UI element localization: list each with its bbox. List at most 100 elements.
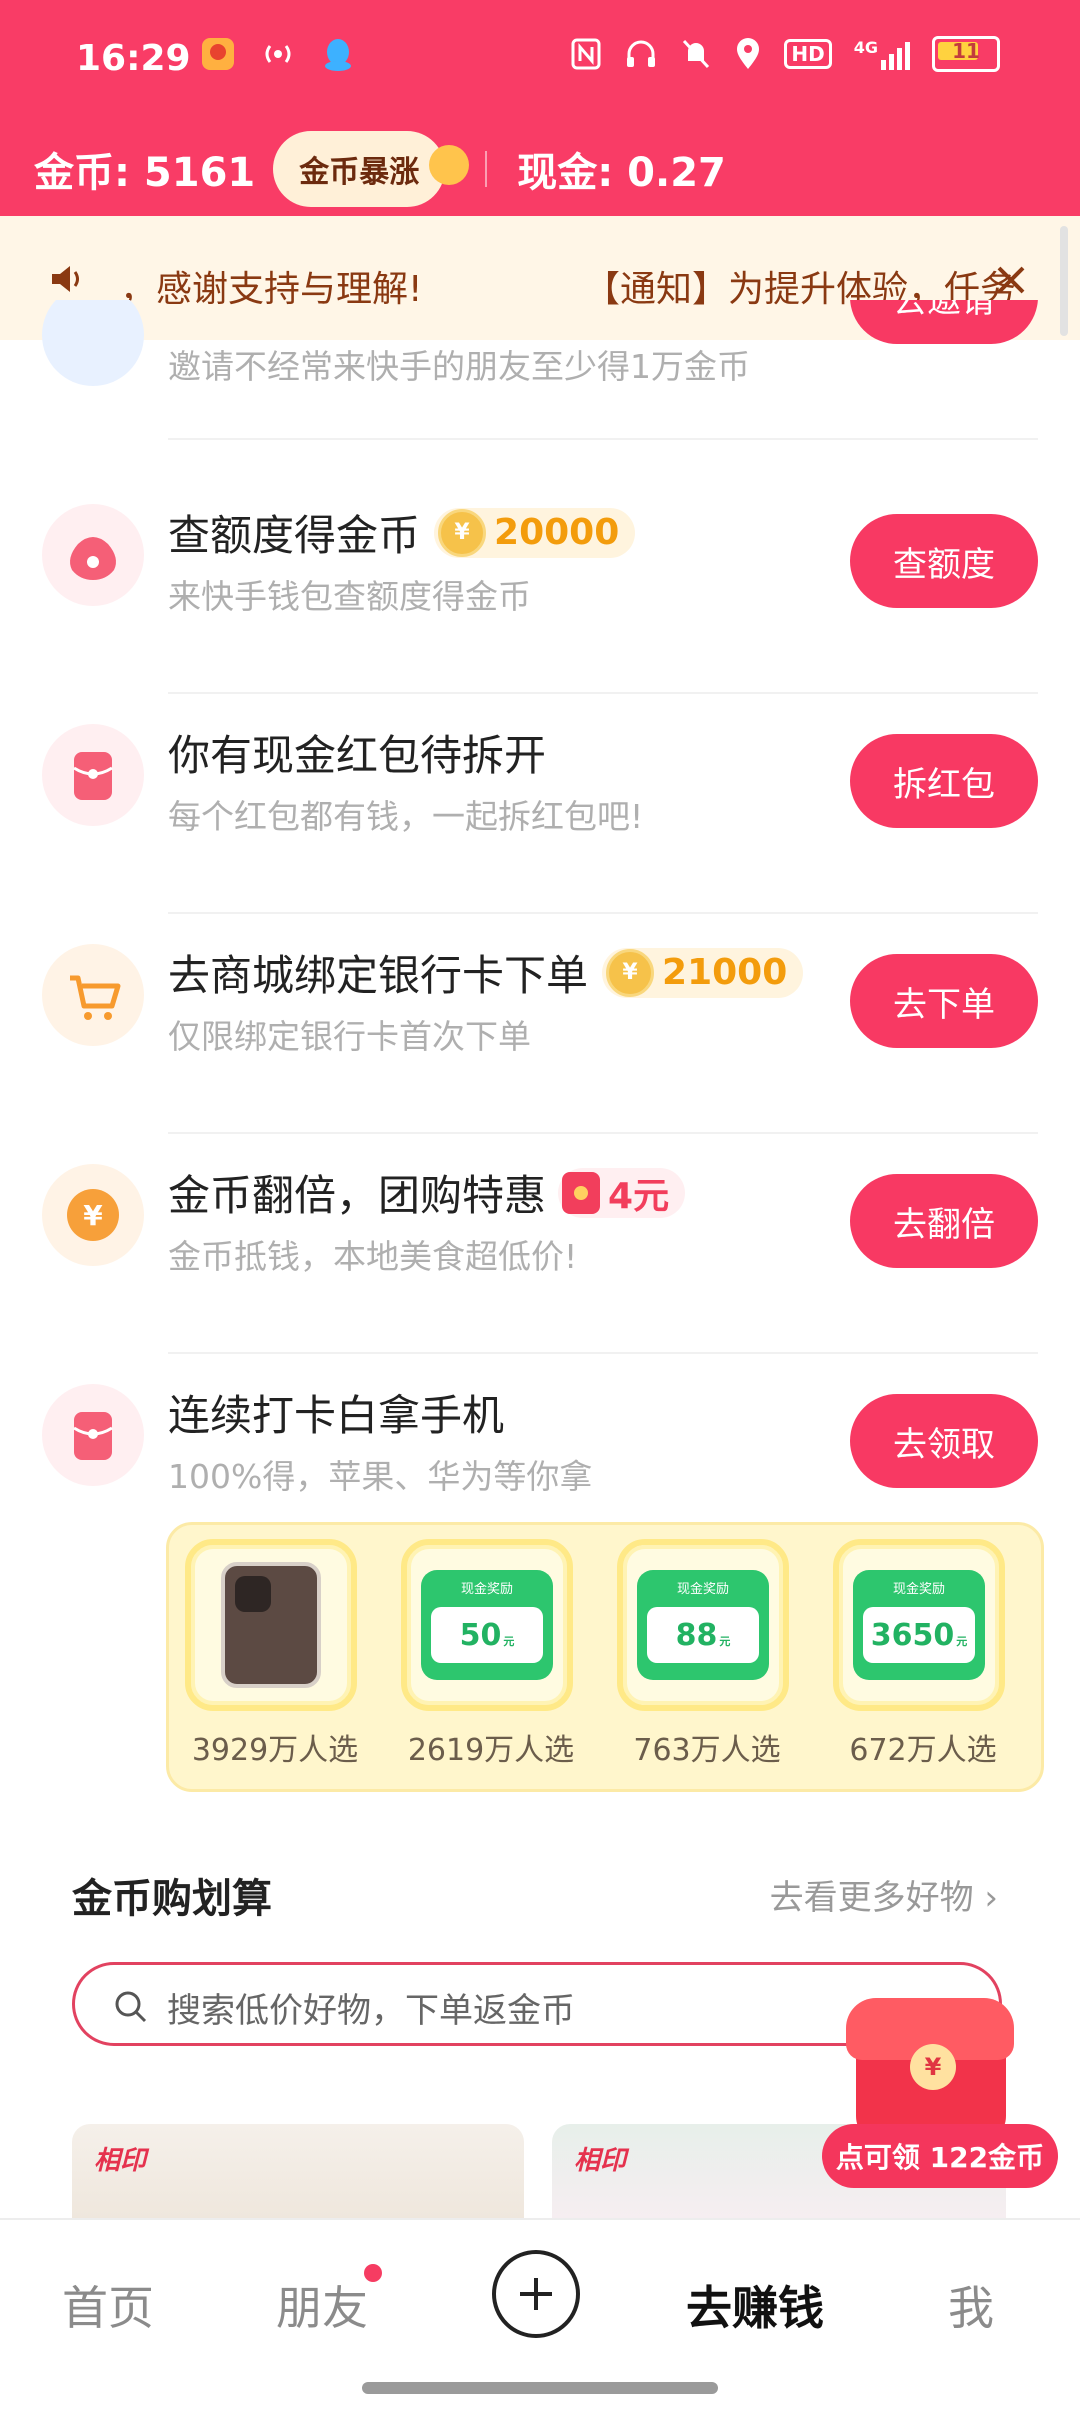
qq-icon <box>318 34 358 74</box>
double-button[interactable]: 去翻倍 <box>850 1174 1038 1268</box>
task-title-text: 去商城绑定银行卡下单 <box>168 951 589 1000</box>
prize-item-cash-88[interactable]: 现金奖励 88 元 763万人选 <box>617 1539 797 1769</box>
cash-reward-value: 50 元 <box>431 1607 543 1663</box>
location-icon <box>737 38 760 69</box>
coin-balance[interactable]: 金币: 5161 <box>34 140 255 198</box>
battery-icon: 11 <box>932 36 1000 72</box>
mute-icon <box>683 39 710 69</box>
task-item-credit-check: 查额度得金币 ¥ 20000 来快手钱包查额度得金币 查额度 <box>42 474 1038 694</box>
task-title-text: 连续打卡白拿手机 <box>168 1391 505 1440</box>
yuan-coin-icon: ¥ <box>42 1164 144 1266</box>
friend-icon <box>42 300 144 386</box>
status-left-icons <box>198 34 358 74</box>
task-subtitle: 每个红包都有钱，一起拆红包吧! <box>168 797 644 836</box>
prize-count: 763万人选 <box>633 1733 781 1768</box>
place-order-button[interactable]: 去下单 <box>850 954 1038 1048</box>
task-title: 连续打卡白拿手机 <box>168 1382 504 1443</box>
prize-card: 现金奖励 3650 元 <box>833 1539 1005 1711</box>
boost-arrow-icon <box>429 145 470 185</box>
red-packet-icon <box>562 1171 601 1214</box>
coin-boost-badge[interactable]: 金币暴涨 <box>273 131 470 207</box>
red-envelope-icon <box>42 724 144 826</box>
coin-icon: ¥ <box>606 948 655 997</box>
signal-bar <box>889 54 894 70</box>
task-title-text: 查额度得金币 <box>168 511 421 560</box>
prize-item-cash-3650[interactable]: 现金奖励 3650 元 672万人选 <box>833 1539 1013 1769</box>
product-card[interactable]: 相印 <box>72 2124 524 2218</box>
task-subtitle: 仅限绑定银行卡首次下单 <box>168 1017 531 1056</box>
see-more-link[interactable]: 去看更多好物 › <box>770 1870 998 1919</box>
task-item-checkin-phone: 连续打卡白拿手机 100%得，苹果、华为等你拿 去领取 <box>42 1354 1038 1514</box>
search-placeholder: 搜索低价好物，下单返金币 <box>167 1991 575 2031</box>
hotspot-icon <box>258 34 298 74</box>
signal-bar <box>905 42 910 70</box>
task-subtitle: 100%得，苹果、华为等你拿 <box>168 1457 593 1496</box>
cart-icon <box>42 944 144 1046</box>
signal-bar <box>881 60 886 70</box>
prize-item-phone[interactable]: 3929万人选 <box>185 1539 365 1769</box>
task-subtitle: 来快手钱包查额度得金币 <box>168 577 531 616</box>
signal-bar <box>897 48 902 70</box>
cash-unit: 元 <box>719 1635 731 1648</box>
reward-amount: 21000 <box>662 952 788 993</box>
nav-earn[interactable]: 去赚钱 <box>686 2272 824 2338</box>
cash-balance[interactable]: 现金: 0.27 <box>517 140 726 198</box>
coin-reward-badge: ¥ 20000 <box>434 507 636 558</box>
scrollbar-thumb[interactable] <box>1060 226 1068 336</box>
task-item-double-coins: ¥ 金币翻倍，团购特惠 4元 金币抵钱，本地美食超低价! 去翻倍 <box>42 1134 1038 1354</box>
brand-logo: 相印 <box>94 2146 147 2176</box>
phone-image <box>221 1562 321 1688</box>
close-notice-icon[interactable] <box>995 264 1027 296</box>
cash-reward-card: 现金奖励 88 元 <box>637 1570 769 1680</box>
nav-friends[interactable]: 朋友 <box>276 2272 368 2338</box>
balance-divider <box>485 151 488 187</box>
nav-home[interactable]: 首页 <box>62 2272 154 2338</box>
invite-button[interactable]: 去邀请 <box>850 300 1038 344</box>
cash-reward-label: 现金奖励 <box>676 1582 729 1597</box>
status-bar: 16:29 HD 4G 11 <box>0 0 1080 124</box>
task-item-invite: 邀请不经常来快手的朋友至少得1万金币 去邀请 <box>42 300 1038 440</box>
prize-card: 现金奖励 50 元 <box>401 1539 573 1711</box>
cash-amount: 3650 <box>870 1617 955 1653</box>
open-envelope-button[interactable]: 拆红包 <box>850 734 1038 828</box>
cash-reward-label: 现金奖励 <box>460 1582 513 1597</box>
task-title-text: 金币翻倍，团购特惠 <box>168 1171 547 1220</box>
section-title: 金币购划算 <box>72 1876 272 1922</box>
home-indicator[interactable] <box>362 2382 718 2394</box>
coin-boost-label: 金币暴涨 <box>299 155 420 190</box>
red-envelope-icon <box>42 1384 144 1486</box>
nav-me[interactable]: 我 <box>948 2272 994 2338</box>
balance-row: 金币: 5161 金币暴涨 现金: 0.27 <box>34 131 726 207</box>
hd-icon: HD <box>784 39 832 69</box>
prize-count: 2619万人选 <box>407 1733 575 1768</box>
prize-card <box>185 1539 357 1711</box>
plus-icon <box>520 2278 552 2310</box>
cash-unit: 元 <box>503 1635 515 1648</box>
reward-amount: 4元 <box>608 1175 670 1217</box>
speaker-icon <box>52 266 79 292</box>
check-credit-button[interactable]: 查额度 <box>850 514 1038 608</box>
battery-text: 11 <box>952 39 980 63</box>
top-header: 16:29 HD 4G 11 金币: 5161 金币暴涨 现金: 0.27 <box>0 0 1080 216</box>
task-item-red-envelope: 你有现金红包待拆开 每个红包都有钱，一起拆红包吧! 拆红包 <box>42 694 1038 914</box>
headphones-icon <box>627 40 656 67</box>
task-title: 金币翻倍，团购特惠 4元 <box>168 1162 686 1223</box>
status-time: 16:29 <box>76 38 191 79</box>
cash-reward-value: 3650 元 <box>863 1607 975 1663</box>
claim-button[interactable]: 去领取 <box>850 1394 1038 1488</box>
app-notification-icon <box>198 34 238 74</box>
prize-item-cash-50[interactable]: 现金奖励 50 元 2619万人选 <box>401 1539 581 1769</box>
create-button[interactable] <box>492 2250 580 2338</box>
task-subtitle: 金币抵钱，本地美食超低价! <box>168 1237 578 1276</box>
signal-icon: 4G <box>854 38 910 70</box>
prize-card: 现金奖励 88 元 <box>617 1539 789 1711</box>
cash-reward-badge: 4元 <box>558 1167 686 1218</box>
task-title-text: 你有现金红包待拆开 <box>168 731 547 780</box>
cash-unit: 元 <box>956 1635 968 1648</box>
network-type: 4G <box>853 38 878 57</box>
status-right-icons: HD 4G 11 <box>570 36 1000 72</box>
prize-count: 672万人选 <box>849 1733 997 1768</box>
cash-amount: 50 <box>459 1617 502 1653</box>
claim-coins-button[interactable]: 点可领 122金币 <box>822 2124 1058 2188</box>
task-title: 你有现金红包待拆开 <box>168 722 546 783</box>
